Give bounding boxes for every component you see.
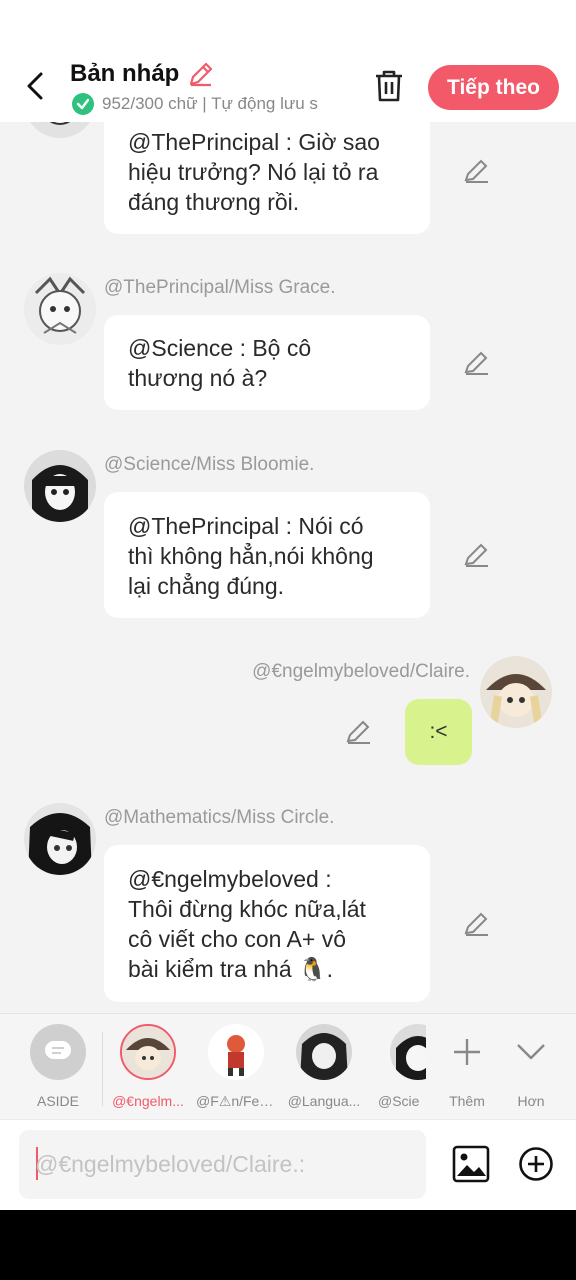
pencil-icon[interactable] [187, 60, 215, 88]
image-icon [452, 1145, 490, 1183]
message-bubble[interactable]: @ThePrincipal : Giờ sao hiệu trưởng? Nó … [104, 112, 430, 234]
avatar [390, 1024, 426, 1080]
avatar[interactable] [24, 450, 96, 522]
edit-icon[interactable] [463, 157, 491, 185]
message-bubble-self[interactable]: :< [405, 699, 472, 765]
character-selector: ASIDE @€ngelm... @F⚠n/Fen... @Langua... … [0, 1013, 576, 1119]
plus-circle-icon [519, 1147, 553, 1181]
avatar [120, 1024, 176, 1080]
check-icon [72, 93, 94, 115]
message-input-box[interactable] [19, 1130, 426, 1199]
edit-icon[interactable] [463, 910, 491, 938]
character-item[interactable]: @Langua... [284, 1024, 364, 1109]
top-bar: Bản nháp 952/300 chữ | Tự động lưu s Tiế… [0, 0, 576, 122]
edit-icon[interactable] [345, 718, 373, 746]
delete-button[interactable] [372, 68, 406, 104]
character-item[interactable]: @F⚠n/Fen... [196, 1024, 276, 1110]
character-item[interactable]: @Scie [372, 1024, 426, 1109]
plus-icon [454, 1039, 480, 1065]
character-selected[interactable]: @€ngelm... [108, 1024, 188, 1109]
page-title: Bản nháp [70, 60, 180, 87]
composer [0, 1119, 576, 1210]
trash-icon [376, 70, 402, 102]
system-navigation-bar [0, 1210, 576, 1280]
author-name: @Mathematics/Miss Circle. [104, 807, 335, 828]
chevron-left-icon [27, 72, 43, 100]
next-button[interactable]: Tiếp theo [428, 65, 559, 110]
edit-icon[interactable] [463, 349, 491, 377]
avatar[interactable] [480, 656, 552, 728]
message-input[interactable] [35, 1144, 415, 1184]
more-button[interactable]: Hơn [491, 1024, 571, 1109]
avatar [208, 1024, 264, 1080]
edit-icon[interactable] [463, 541, 491, 569]
aside-icon [30, 1024, 86, 1080]
character-aside[interactable]: ASIDE [18, 1024, 98, 1109]
word-count-status: 952/300 chữ | Tự động lưu s [102, 94, 318, 113]
avatar[interactable] [24, 273, 96, 345]
message-bubble[interactable]: @Science : Bộ cô thương nó à? [104, 315, 430, 410]
avatar[interactable] [24, 803, 96, 875]
message-bubble[interactable]: @€ngelmybeloved : Thôi đừng khóc nữa,lát… [104, 845, 430, 1002]
more-options-button[interactable] [518, 1146, 554, 1182]
insert-image-button[interactable] [452, 1145, 490, 1183]
author-name: @€ngelmybeloved/Claire. [252, 661, 470, 682]
author-name: @ThePrincipal/Miss Grace. [104, 277, 336, 298]
author-name: @Science/Miss Bloomie. [104, 454, 315, 475]
divider [102, 1032, 103, 1106]
chevron-down-icon [517, 1044, 545, 1060]
back-button[interactable] [18, 66, 52, 106]
avatar [296, 1024, 352, 1080]
message-bubble[interactable]: @ThePrincipal : Nói có thì không hẳn,nói… [104, 492, 430, 618]
